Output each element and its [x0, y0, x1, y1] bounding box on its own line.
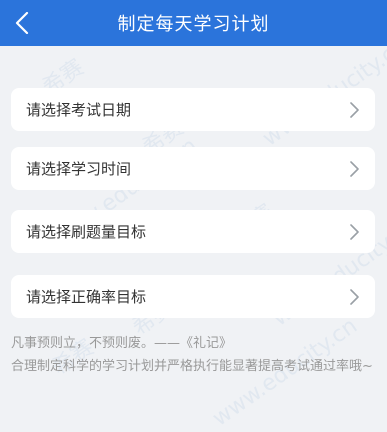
select-question-goal-row[interactable]: 请选择刷题量目标 [11, 210, 375, 253]
chevron-right-icon [350, 101, 359, 118]
row-label: 请选择学习时间 [26, 160, 132, 178]
quote-line-2: 合理制定科学的学习计划并严格执行能显著提高考试通过率哦~ [11, 359, 373, 374]
select-accuracy-goal-row[interactable]: 请选择正确率目标 [11, 275, 375, 318]
select-study-time-row[interactable]: 请选择学习时间 [11, 147, 375, 190]
page-title: 制定每天学习计划 [117, 14, 270, 35]
row-label: 请选择正确率目标 [26, 288, 147, 306]
back-button[interactable] [6, 8, 38, 38]
motivational-quote: 凡事预则立，不预则废。——《礼记》 合理制定科学的学习计划并严格执行能显著提高考… [11, 332, 376, 378]
row-label: 请选择考试日期 [26, 101, 132, 119]
chevron-left-icon [15, 12, 29, 34]
select-exam-date-row[interactable]: 请选择考试日期 [11, 88, 375, 131]
top-nav-bar: 制定每天学习计划 [0, 0, 387, 46]
chevron-right-icon [350, 223, 359, 240]
row-label: 请选择刷题量目标 [26, 223, 147, 241]
quote-line-1: 凡事预则立，不预则废。——《礼记》 [11, 336, 233, 351]
chevron-right-icon [350, 160, 359, 177]
chevron-right-icon [350, 288, 359, 305]
